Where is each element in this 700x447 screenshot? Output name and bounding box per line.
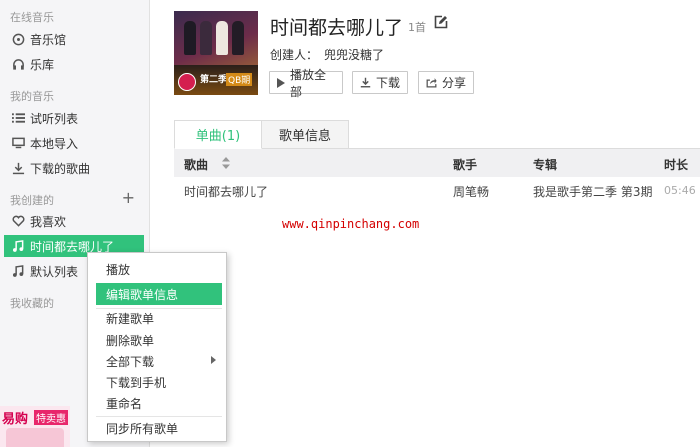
column-album[interactable]: 专辑	[533, 156, 557, 173]
sidebar-item-label: 我喜欢	[30, 214, 67, 229]
sidebar-item-label: 试听列表	[30, 111, 79, 126]
disc-icon	[10, 33, 26, 46]
sidebar-item-label: 音乐馆	[30, 32, 67, 47]
cover-text: 第二季	[200, 75, 228, 85]
menu-item-download-to-phone[interactable]: 下载到手机	[96, 371, 222, 393]
row-artist[interactable]: 周笔畅	[453, 183, 489, 200]
play-all-button[interactable]: 播放全部	[269, 68, 343, 99]
song-count: 1首	[408, 21, 426, 34]
column-duration[interactable]: 时长	[664, 156, 688, 173]
section-my-music: 我的音乐	[10, 90, 54, 103]
sidebar-item-label: 默认列表	[30, 264, 79, 279]
sidebar-item-label: 乐库	[30, 57, 55, 72]
page-title: 时间都去哪儿了	[270, 17, 404, 39]
creator-name[interactable]: 兜兜没糖了	[324, 48, 384, 62]
sidebar-item-label: 本地导入	[30, 136, 79, 151]
section-online: 在线音乐	[10, 11, 54, 24]
row-song[interactable]: 时间都去哪儿了	[184, 183, 268, 200]
share-label: 分享	[442, 76, 467, 90]
cover-badge: QB期	[226, 73, 253, 86]
row-duration: 05:46	[664, 184, 696, 197]
ad-banner[interactable]: 易购 特卖惠	[0, 406, 70, 447]
sidebar-item-library[interactable]: 乐库	[0, 53, 150, 75]
music-note-icon	[10, 264, 26, 278]
menu-item-edit-info[interactable]: 编辑歌单信息	[96, 283, 222, 305]
menu-item-download-all[interactable]: 全部下载	[96, 350, 222, 372]
tab-playlist-info[interactable]: 歌单信息	[261, 120, 349, 149]
headphones-icon	[10, 58, 26, 71]
menu-item-rename[interactable]: 重命名	[96, 392, 222, 414]
edit-icon[interactable]	[434, 15, 448, 32]
monitor-icon	[10, 137, 26, 149]
menu-item-label: 全部下载	[106, 354, 155, 369]
tab-songs[interactable]: 单曲(1)	[174, 120, 262, 149]
sidebar-item-local-import[interactable]: 本地导入	[0, 132, 150, 154]
watermark: www.qinpinchang.com	[282, 217, 420, 231]
share-icon	[426, 77, 437, 88]
ad-badge: 特卖惠	[34, 410, 68, 425]
sidebar-item-music-hall[interactable]: 音乐馆	[0, 28, 150, 50]
section-created: 我创建的	[10, 194, 54, 207]
sidebar-item-downloaded[interactable]: 下载的歌曲	[0, 157, 150, 179]
row-album[interactable]: 我是歌手第二季 第3期	[533, 183, 652, 200]
download-label: 下载	[376, 76, 401, 90]
download-icon	[360, 77, 371, 88]
download-button[interactable]: 下载	[352, 71, 408, 94]
context-menu: 播放 编辑歌单信息 新建歌单 删除歌单 全部下载 下载到手机 重命名 同步所有歌…	[87, 252, 227, 442]
section-collected: 我收藏的	[10, 297, 54, 310]
cover-logo	[178, 73, 196, 91]
music-note-icon	[10, 239, 26, 253]
table-header	[174, 149, 700, 177]
menu-item-play[interactable]: 播放	[96, 258, 222, 280]
sidebar-item-favorites[interactable]: 我喜欢	[0, 210, 150, 232]
sidebar-item-label: 下载的歌曲	[30, 161, 91, 176]
menu-item-new-playlist[interactable]: 新建歌单	[96, 307, 222, 329]
ad-image	[6, 428, 64, 447]
column-artist[interactable]: 歌手	[453, 156, 477, 173]
creator-label: 创建人：	[270, 48, 319, 62]
play-all-label: 播放全部	[290, 67, 327, 99]
play-icon	[277, 77, 285, 88]
column-song[interactable]: 歌曲	[184, 156, 208, 173]
heart-icon	[10, 215, 26, 227]
sidebar-item-trial-list[interactable]: 试听列表	[0, 107, 150, 129]
playlist-cover: 第二季 QB期	[174, 11, 258, 95]
add-playlist-icon[interactable]: +	[122, 190, 135, 206]
ad-text: 易购	[2, 412, 29, 427]
creator-info: 创建人： 兜兜没糖了	[270, 46, 384, 63]
submenu-arrow-icon	[211, 356, 216, 364]
menu-item-sync-all[interactable]: 同步所有歌单	[96, 417, 222, 439]
download-icon	[10, 162, 26, 175]
share-button[interactable]: 分享	[418, 71, 474, 94]
menu-item-delete-playlist[interactable]: 删除歌单	[96, 329, 222, 351]
sort-icon[interactable]	[222, 157, 230, 172]
list-icon	[10, 112, 26, 124]
